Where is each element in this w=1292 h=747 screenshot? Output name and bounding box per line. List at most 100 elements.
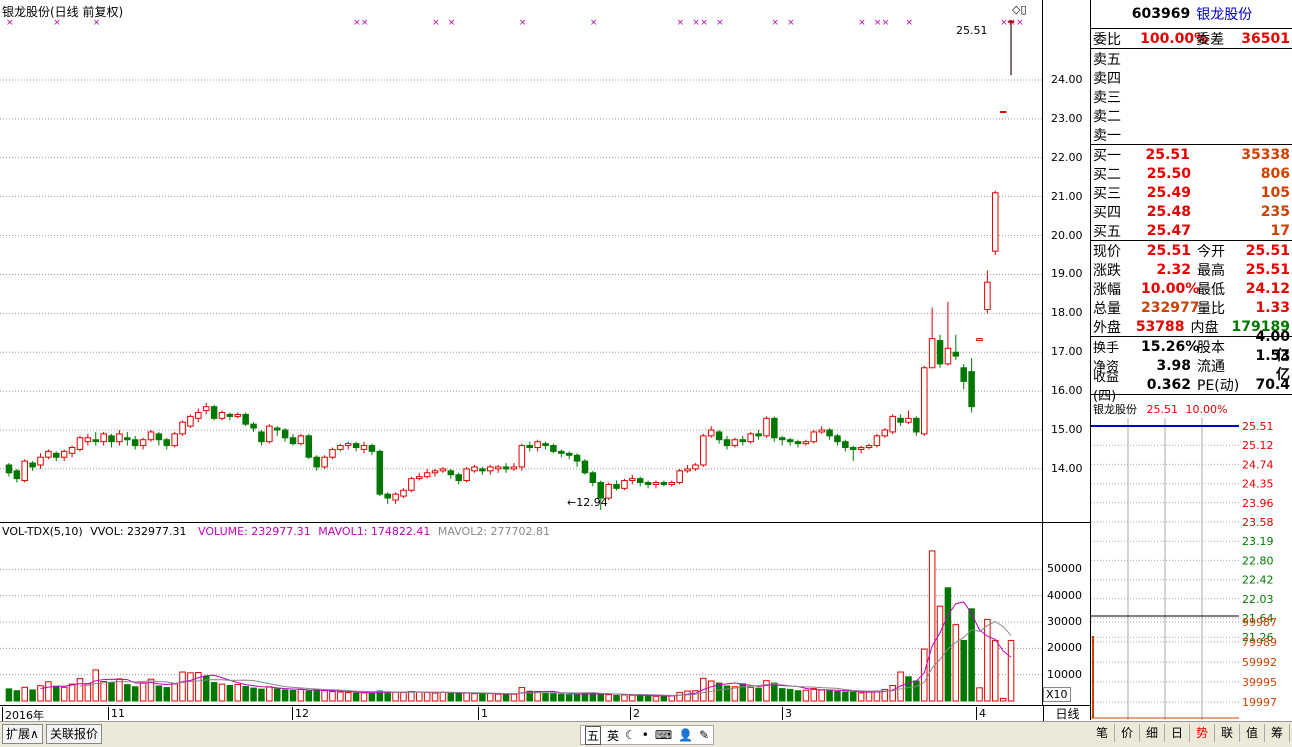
candle-body (581, 460, 589, 474)
candle-body (5, 464, 13, 474)
candle-body (321, 456, 328, 468)
candle-body (652, 482, 660, 485)
candle-body (960, 367, 967, 382)
volume-bar (471, 693, 478, 702)
volume-chart-panel[interactable]: VOL-TDX(5,10) VVOL: 232977.31 VOLUME: 23… (0, 522, 1071, 706)
intraday-pct: 10.00% (1185, 403, 1228, 416)
bid-volume: 17 (1270, 222, 1290, 239)
signal-marker: × (590, 18, 598, 28)
volume-bar (329, 691, 336, 702)
kline-chart-panel[interactable]: 银龙股份(日线 前复权) ◇▯ × × × × × × × × × × × × × × × × × × × × × × 25… (0, 0, 1043, 522)
volume-bar (794, 690, 802, 702)
candle-body (171, 433, 178, 447)
intraday-price-tick: 23.58 (1242, 516, 1274, 529)
volume-bar (100, 681, 107, 702)
bid-price: 25.47 (1146, 222, 1191, 239)
quote-tab[interactable]: 势 (1190, 724, 1215, 742)
volume-bar (747, 686, 754, 702)
candle-body (179, 421, 186, 435)
expand-tab[interactable]: 扩展∧ (2, 724, 43, 744)
finance-label: 流通 (1197, 358, 1225, 375)
ime-english-icon[interactable]: 英 (607, 727, 619, 744)
ime-toolbar[interactable]: 五 英 ☾ • ⌨ 👤 ✎ (580, 725, 715, 745)
quote-tab[interactable]: 值 (1240, 724, 1265, 742)
candle-body (849, 447, 857, 450)
candle-body (376, 450, 384, 495)
stat-label: 量比 (1197, 300, 1225, 317)
volume-bar (124, 684, 131, 702)
volume-bar (360, 692, 368, 702)
signal-marker: × (905, 18, 913, 28)
signal-marker: × (448, 18, 456, 28)
ask-row: 卖四 (1091, 68, 1292, 87)
quote-tab[interactable]: 细 (1140, 724, 1165, 742)
ask-row: 卖五 (1091, 49, 1292, 68)
quote-tab[interactable]: 筹 (1265, 724, 1290, 742)
time-tick: 3 (782, 707, 792, 720)
volume-bar (439, 691, 447, 702)
volume-bar (5, 688, 13, 702)
bid-row: 买四 25.48 235 (1091, 202, 1292, 221)
quote-tab[interactable]: 日 (1165, 724, 1190, 742)
price-tick: 20.00 (1051, 228, 1083, 242)
candle-body (897, 417, 904, 423)
signal-marker: × (771, 18, 779, 28)
candle-body (842, 441, 849, 448)
user-icon[interactable]: 👤 (678, 728, 693, 742)
candle-body (447, 470, 455, 476)
candle-body (715, 431, 723, 441)
candle-body (415, 476, 423, 480)
intraday-vol-tick: 19997 (1242, 696, 1277, 709)
volume-bar (558, 693, 565, 702)
dot-icon[interactable]: • (642, 728, 649, 742)
bid-label: 买五 (1093, 223, 1121, 240)
volume-bar (810, 688, 818, 702)
candle-body (889, 415, 896, 433)
ime-five-icon[interactable]: 五 (585, 725, 602, 745)
kline-svg: × × × × × × × × × × × × × × × × × × × × × ×25.51←12.94 (0, 18, 1042, 511)
ask-label: 卖四 (1093, 70, 1121, 87)
volume-bar (187, 672, 194, 702)
candle-body (755, 433, 762, 437)
stat-value: 25.51 (1146, 242, 1191, 259)
candle-body (210, 406, 218, 419)
candle-body (668, 482, 676, 485)
volume-bar (60, 686, 68, 702)
volume-tick: 50000 (1047, 562, 1082, 576)
bottom-toolbar: 扩展∧ 关联报价 五 英 ☾ • ⌨ 👤 ✎ 笔价细日势联值筹 (0, 721, 1292, 747)
keyboard-icon[interactable]: ⌨ (655, 728, 672, 742)
volume-bar (234, 683, 242, 702)
candle-body (37, 456, 44, 466)
volume-bar (368, 692, 376, 702)
period-label[interactable]: 日线 (1043, 705, 1091, 722)
ask-label: 卖三 (1093, 89, 1121, 106)
volume-bar (29, 689, 36, 702)
volume-bar (250, 687, 257, 702)
candle-body (273, 427, 281, 431)
candle-body (873, 435, 881, 447)
related-quote-tab[interactable]: 关联报价 (46, 724, 103, 744)
quote-tab[interactable]: 笔 (1090, 724, 1115, 742)
stat-label: 现价 (1093, 243, 1121, 260)
candle-body (794, 441, 802, 445)
candle-body (976, 338, 983, 342)
candle-body (494, 466, 502, 470)
signal-marker: × (6, 18, 14, 28)
moon-icon[interactable]: ☾ (625, 728, 636, 742)
time-tick: 4 (976, 707, 986, 720)
bid-list: 买一 25.51 35338 买二 25.50 806 买三 25.49 105 买四 25.48 2… (1091, 145, 1292, 241)
candle-body (613, 483, 620, 489)
candle-body (131, 439, 139, 447)
volume-bar (400, 692, 407, 702)
quote-tab[interactable]: 联 (1215, 724, 1240, 742)
intraday-chart[interactable]: 银龙股份 25.51 10.00% 25.51 25.12 24.74 24.35 23… (1091, 402, 1292, 720)
volume-bar (510, 693, 518, 702)
volume-bar (629, 694, 636, 702)
candle-body (116, 433, 123, 443)
finance-label: 股本 (1197, 339, 1225, 356)
stat-label: 涨跌 (1093, 262, 1121, 279)
quote-tab[interactable]: 价 (1115, 724, 1140, 742)
finance-label: PE(动) (1197, 377, 1240, 394)
signal-marker: × (677, 18, 685, 28)
tool-icon[interactable]: ✎ (699, 728, 709, 742)
